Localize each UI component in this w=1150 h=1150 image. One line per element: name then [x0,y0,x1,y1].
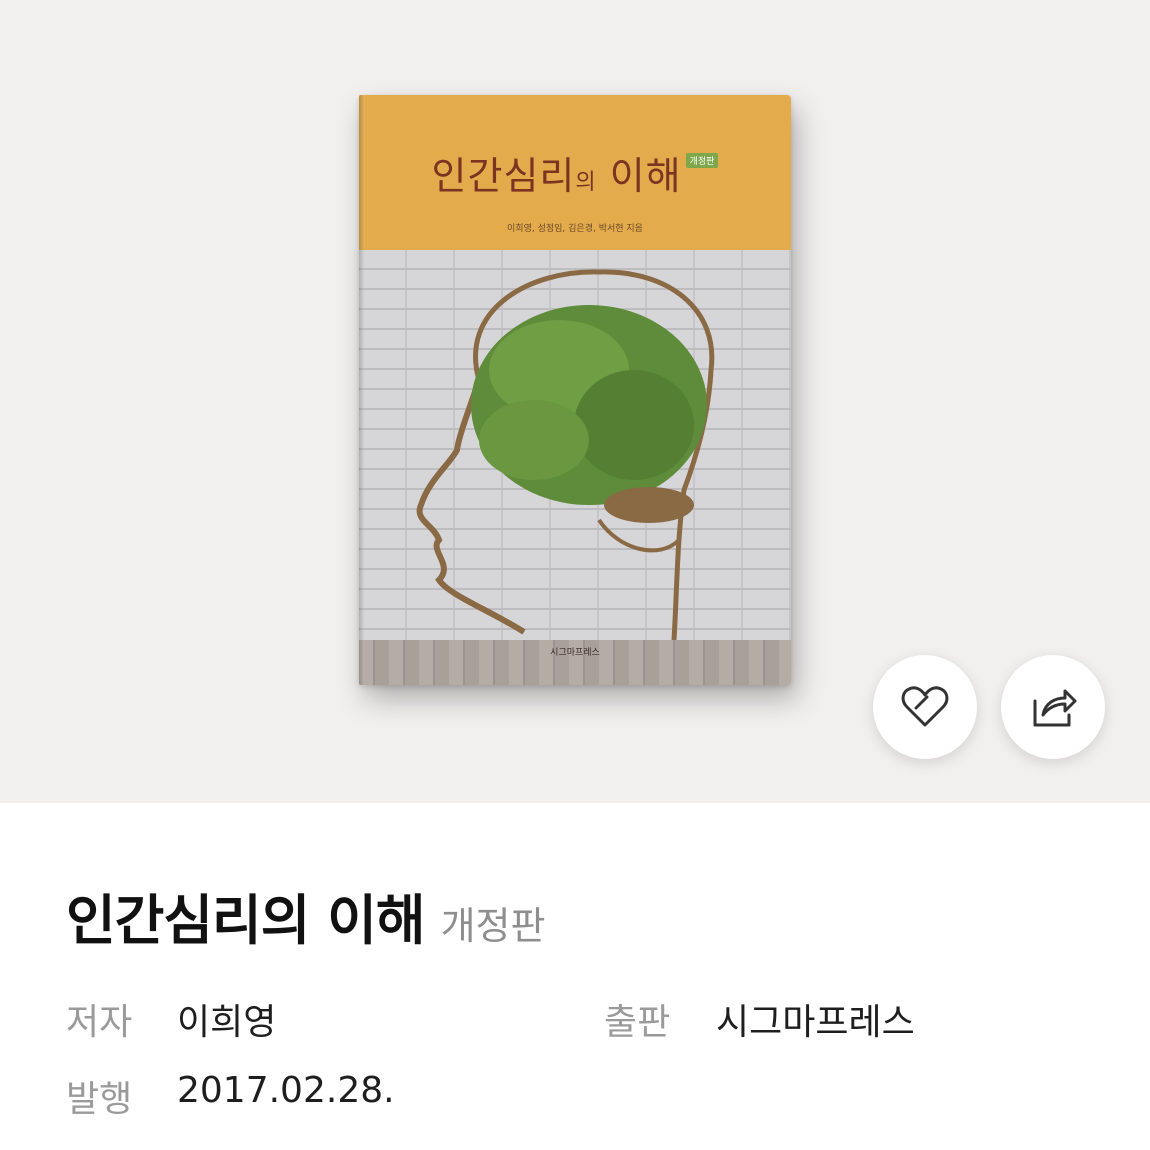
brain-head-illustration [416,269,715,640]
cover-title-main: 인간심리 [431,154,576,198]
date-label: 발행 [66,1079,133,1120]
title-row: 인간심리의 이해 개정판 [66,876,546,952]
cover-publisher: 시그마프레스 [550,648,600,658]
book-cover-image[interactable]: 인간심리의 이해 개정판 이희영, 성정임, 김은경, 박서현 지음 시그마프레스 [359,95,791,685]
book-edition: 개정판 [440,904,546,948]
cover-title-particle: 의 [575,170,597,195]
author-label: 저자 [66,1002,133,1043]
heart-outline-icon [901,686,949,727]
share-icon [1033,689,1077,727]
publisher-label: 출판 [604,1002,671,1043]
like-button[interactable] [873,655,977,759]
cover-title: 인간심리의 이해 개정판 [359,145,791,200]
book-spine [359,95,365,685]
share-button[interactable] [1001,655,1105,759]
cover-hero: 인간심리의 이해 개정판 이희영, 성정임, 김은경, 박서현 지음 시그마프레스 [0,0,1150,803]
cover-edition-badge: 개정판 [685,153,719,168]
date-value: 2017.02.28. [177,1070,395,1111]
book-title: 인간심리의 이해 [66,889,426,952]
cover-title-rest: 이해 [596,154,682,198]
publisher-value[interactable]: 시그마프레스 [716,993,915,1045]
cover-authors: 이희영, 성정임, 김은경, 박서현 지음 [507,224,643,234]
author-value[interactable]: 이희영 [177,993,276,1045]
